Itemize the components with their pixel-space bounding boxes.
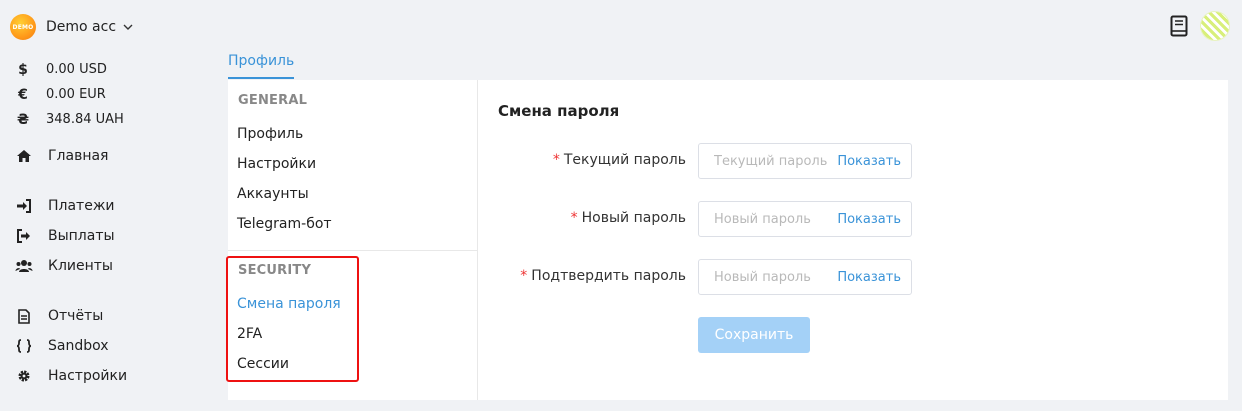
balance-uah: ₴ 348.84 UAH <box>17 107 124 132</box>
nav-label: Главная <box>48 148 109 164</box>
sign-out-icon <box>15 228 33 244</box>
app-root: DEMO Demo acc $ 0.00 USD € 0.00 EUR ₴ 34… <box>0 0 1242 411</box>
gear-icon <box>15 368 33 384</box>
subnav-item-settings[interactable]: Настройки <box>237 156 316 172</box>
tabs: Профиль <box>228 50 295 80</box>
current-password-field: Показать <box>698 143 912 179</box>
euro-icon: € <box>18 86 28 103</box>
sidebar: DEMO Demo acc $ 0.00 USD € 0.00 EUR ₴ 34… <box>0 0 215 411</box>
subnav-item-profile[interactable]: Профиль <box>237 126 303 142</box>
new-password-field: Показать <box>698 201 912 237</box>
balance-value: 0.00 EUR <box>46 87 106 102</box>
document-icon <box>15 308 33 324</box>
form-title: Смена пароля <box>498 102 620 120</box>
label-text: Текущий пароль <box>563 152 686 168</box>
users-icon <box>15 258 33 274</box>
confirm-password-input[interactable] <box>699 260 839 294</box>
nav-item-clients[interactable]: Клиенты <box>15 254 113 278</box>
nav-label: Настройки <box>48 368 128 384</box>
chevron-down-icon <box>122 21 134 33</box>
account-switcher[interactable]: DEMO Demo acc <box>10 14 134 40</box>
balance-value: 0.00 USD <box>46 62 107 77</box>
show-current-password-button[interactable]: Показать <box>837 154 901 169</box>
label-text: Новый пароль <box>581 210 686 226</box>
nav-label: Клиенты <box>48 258 113 274</box>
subnav-divider <box>228 250 478 251</box>
settings-subnav: GENERAL Профиль Настройки Аккаунты Teleg… <box>226 80 478 400</box>
balance-usd: $ 0.00 USD <box>17 57 124 82</box>
current-password-input[interactable] <box>699 144 839 178</box>
balance-value: 348.84 UAH <box>46 112 124 127</box>
account-name: Demo acc <box>46 19 117 35</box>
settings-card: GENERAL Профиль Настройки Аккаунты Teleg… <box>226 80 1228 400</box>
show-new-password-button[interactable]: Показать <box>837 212 901 227</box>
required-mark: * <box>520 268 528 284</box>
top-right-actions <box>1170 11 1230 41</box>
new-password-input[interactable] <box>699 202 839 236</box>
new-password-label: * Новый пароль <box>571 210 686 226</box>
dollar-icon: $ <box>18 61 28 78</box>
account-logo-text: DEMO <box>12 23 34 31</box>
nav-label: Выплаты <box>48 228 115 244</box>
current-password-label: * Текущий пароль <box>553 152 686 168</box>
form-row-new-password: * Новый пароль Показать <box>498 201 918 237</box>
confirm-password-label: * Подтвердить пароль <box>520 268 686 284</box>
subnav-item-sessions[interactable]: Сессии <box>237 356 289 372</box>
subnav-item-2fa[interactable]: 2FA <box>237 326 262 342</box>
code-braces-icon <box>15 338 33 354</box>
change-password-form: Смена пароля * Текущий пароль Показать * Н… <box>498 80 1218 400</box>
form-row-current-password: * Текущий пароль Показать <box>498 143 918 179</box>
subnav-item-telegram-bot[interactable]: Telegram-бот <box>237 216 332 232</box>
nav-item-home[interactable]: Главная <box>15 144 108 168</box>
nav-label: Отчёты <box>48 308 104 324</box>
sign-in-icon <box>15 198 33 214</box>
group-title-security: SECURITY <box>238 263 312 278</box>
required-mark: * <box>570 210 578 226</box>
nav-item-payouts[interactable]: Выплаты <box>15 224 115 248</box>
balance-eur: € 0.00 EUR <box>17 82 124 107</box>
show-confirm-password-button[interactable]: Показать <box>837 270 901 285</box>
required-mark: * <box>552 152 560 168</box>
nav-label: Платежи <box>48 198 115 214</box>
subnav-item-accounts[interactable]: Аккаунты <box>237 186 309 202</box>
home-icon <box>15 148 33 164</box>
nav-item-settings[interactable]: Настройки <box>15 364 127 388</box>
nav-item-payments[interactable]: Платежи <box>15 194 115 218</box>
confirm-password-field: Показать <box>698 259 912 295</box>
hryvnia-icon: ₴ <box>17 111 30 128</box>
nav-item-reports[interactable]: Отчёты <box>15 304 103 328</box>
subnav-item-change-password[interactable]: Смена пароля <box>237 296 341 312</box>
form-row-confirm-password: * Подтвердить пароль Показать <box>498 259 918 295</box>
save-button[interactable]: Сохранить <box>698 317 810 353</box>
balances: $ 0.00 USD € 0.00 EUR ₴ 348.84 UAH <box>17 57 124 132</box>
nav-item-sandbox[interactable]: Sandbox <box>15 334 109 358</box>
label-text: Подтвердить пароль <box>531 268 686 284</box>
group-title-general: GENERAL <box>238 93 308 108</box>
tab-profile[interactable]: Профиль <box>228 53 295 79</box>
avatar[interactable] <box>1200 11 1230 41</box>
book-icon[interactable] <box>1170 15 1190 37</box>
nav-label: Sandbox <box>48 338 109 354</box>
account-logo: DEMO <box>10 14 36 40</box>
